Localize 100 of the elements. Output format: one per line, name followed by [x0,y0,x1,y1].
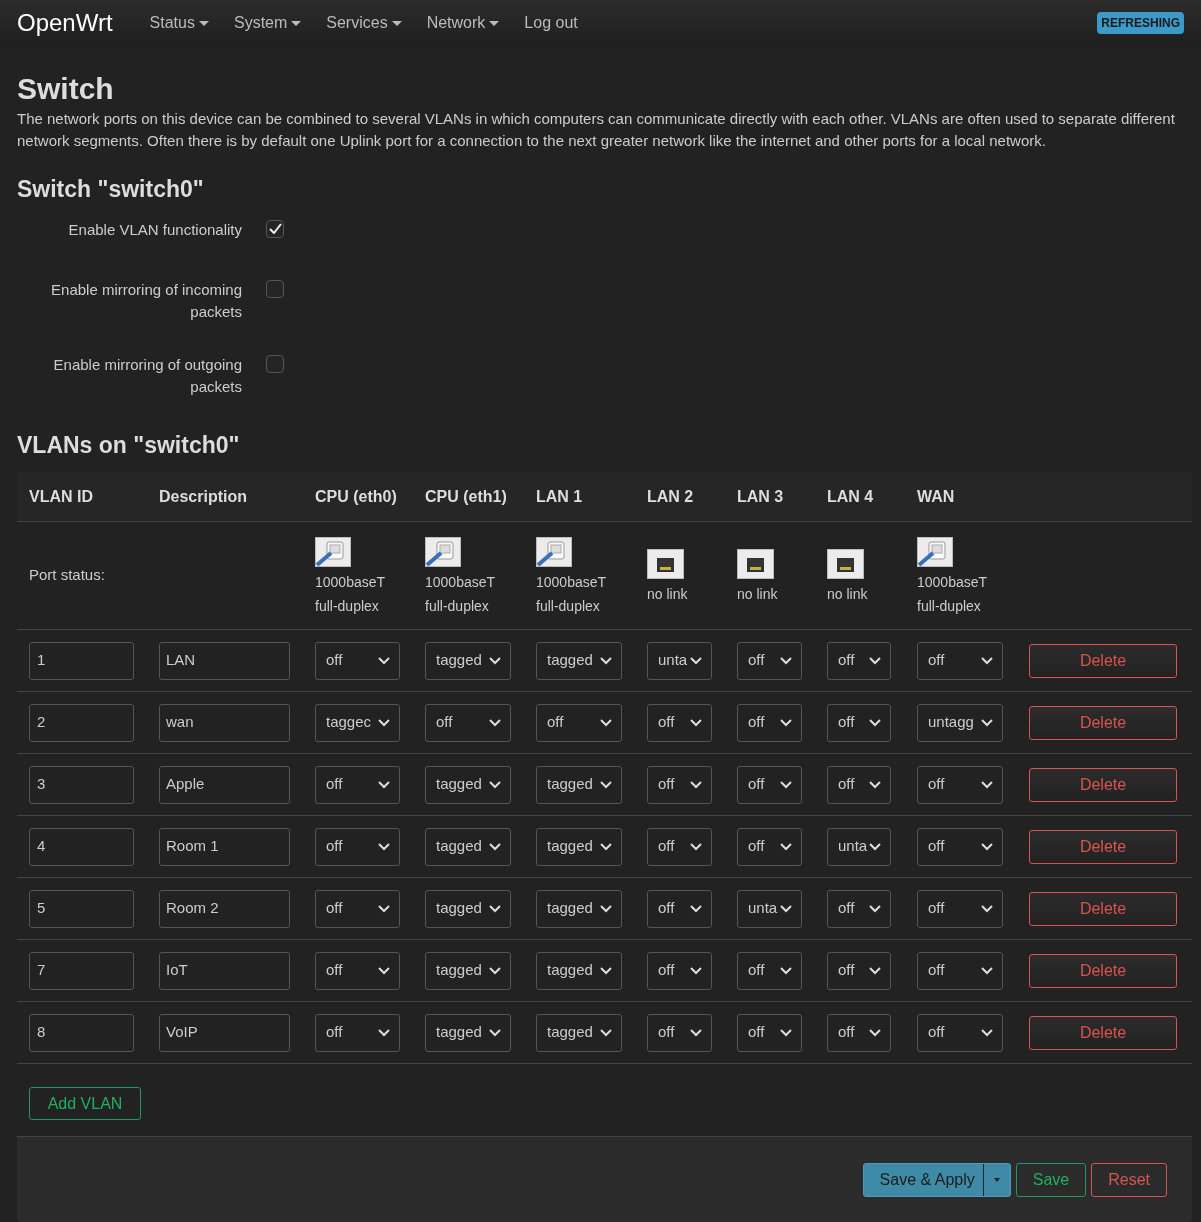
port-select[interactable]: taggec [315,703,400,742]
port-select[interactable]: off [917,827,1003,866]
chevron-down-icon [869,966,881,975]
nav-menu-item[interactable]: System [233,11,302,35]
port-status-text: full-duplex [425,596,489,615]
vlan-id-field[interactable]: 7 [29,951,134,990]
port-select[interactable]: off [315,641,400,680]
port-select[interactable]: off [315,1013,400,1052]
port-select[interactable]: tagged [536,1013,622,1052]
port-select[interactable]: off [647,827,712,866]
port-select[interactable]: tagged [425,889,511,928]
chevron-down-icon [780,966,792,975]
delete-button[interactable]: Delete [1029,767,1177,802]
port-select[interactable]: off [917,641,1003,680]
delete-button[interactable]: Delete [1029,891,1177,926]
description-field[interactable]: IoT [159,951,290,990]
port-select[interactable]: tagged [425,951,511,990]
description-field[interactable]: LAN [159,641,290,680]
port-select[interactable]: tagged [425,827,511,866]
option-label: Enable mirroring of incoming packets [50,279,242,322]
port-select[interactable]: off [737,951,802,990]
port-select[interactable]: off [737,703,802,742]
chevron-down-icon [981,904,993,913]
nav-menu-item[interactable]: Status [149,11,209,35]
port-select[interactable]: off [647,1013,712,1052]
caret-icon [489,20,500,26]
port-select[interactable]: tagged [536,827,622,866]
description-field[interactable]: Apple [159,765,290,804]
reset-button[interactable]: Reset [1091,1162,1167,1197]
description-field[interactable]: wan [159,703,290,742]
description-field[interactable]: VoIP [159,1013,290,1052]
description-field[interactable]: Room 2 [159,889,290,928]
port-select[interactable]: off [315,827,400,866]
port-select[interactable]: tagged [536,641,622,680]
port-select[interactable]: off [737,1013,802,1052]
checkbox[interactable] [266,279,284,298]
add-vlan-button[interactable]: Add VLAN [29,1087,141,1120]
port-select[interactable]: tagged [536,765,622,804]
port-select[interactable]: off [647,703,712,742]
delete-button[interactable]: Delete [1029,953,1177,988]
port-select[interactable]: off [827,703,891,742]
delete-button[interactable]: Delete [1029,643,1177,678]
port-select[interactable]: off [315,951,400,990]
port-select[interactable]: off [827,765,891,804]
vlan-id-field[interactable]: 2 [29,703,134,742]
port-select[interactable]: tagged [425,641,511,680]
port-select[interactable]: off [737,765,802,804]
port-select[interactable]: off [315,765,400,804]
delete-button[interactable]: Delete [1029,1015,1177,1050]
port-select[interactable]: off [647,765,712,804]
checkbox[interactable] [266,354,284,373]
port-select[interactable]: off [827,889,891,928]
port-select[interactable]: off [827,641,891,680]
description-field[interactable]: Room 1 [159,827,290,866]
port-select[interactable]: off [917,1013,1003,1052]
delete-button[interactable]: Delete [1029,705,1177,740]
checkbox[interactable] [266,219,284,238]
port-select[interactable]: off [647,889,712,928]
port-select[interactable]: unta [737,889,802,928]
nav-menu-item[interactable]: Log out [524,11,578,35]
chevron-down-icon [489,1028,501,1037]
delete-button[interactable]: Delete [1029,829,1177,864]
save-button[interactable]: Save [1015,1162,1087,1197]
port-select[interactable]: off [425,703,511,742]
port-select[interactable]: unta [647,641,712,680]
vlan-id-field[interactable]: 3 [29,765,134,804]
port-select[interactable]: off [647,951,712,990]
port-select[interactable]: untagg [917,703,1003,742]
nav-menu-item[interactable]: Network [426,11,500,35]
port-select[interactable]: tagged [536,889,622,928]
port-select[interactable]: off [737,827,802,866]
port-select[interactable]: tagged [425,1013,511,1052]
nav-menu-item[interactable]: Services [326,11,402,35]
chevron-down-icon [690,718,702,727]
chevron-down-icon [690,966,702,975]
port-select[interactable]: unta [827,827,891,866]
port-select[interactable]: off [315,889,400,928]
port-select[interactable]: off [827,1013,891,1052]
port-select[interactable]: off [827,951,891,990]
save-apply-button[interactable]: Save & Apply [862,1162,1011,1197]
caret-icon [198,20,209,26]
port-select[interactable]: tagged [536,951,622,990]
chevron-down-icon [981,1028,993,1037]
port-status-text: 1000baseT [917,572,988,591]
chevron-down-icon [378,656,390,665]
port-select[interactable]: off [917,951,1003,990]
port-select[interactable]: tagged [425,765,511,804]
chevron-down-icon [378,904,390,913]
vlan-id-field[interactable]: 1 [29,641,134,680]
brand-logo[interactable]: OpenWrt [17,5,113,41]
port-select[interactable]: off [536,703,622,742]
page-title: Switch [17,71,115,107]
vlan-id-field[interactable]: 5 [29,889,134,928]
port-select[interactable]: off [737,641,802,680]
vlan-id-field[interactable]: 8 [29,1013,134,1052]
port-status-text: 1000baseT [425,572,496,591]
column-header: LAN 3 [737,486,785,507]
port-select[interactable]: off [917,765,1003,804]
port-select[interactable]: off [917,889,1003,928]
vlan-id-field[interactable]: 4 [29,827,134,866]
